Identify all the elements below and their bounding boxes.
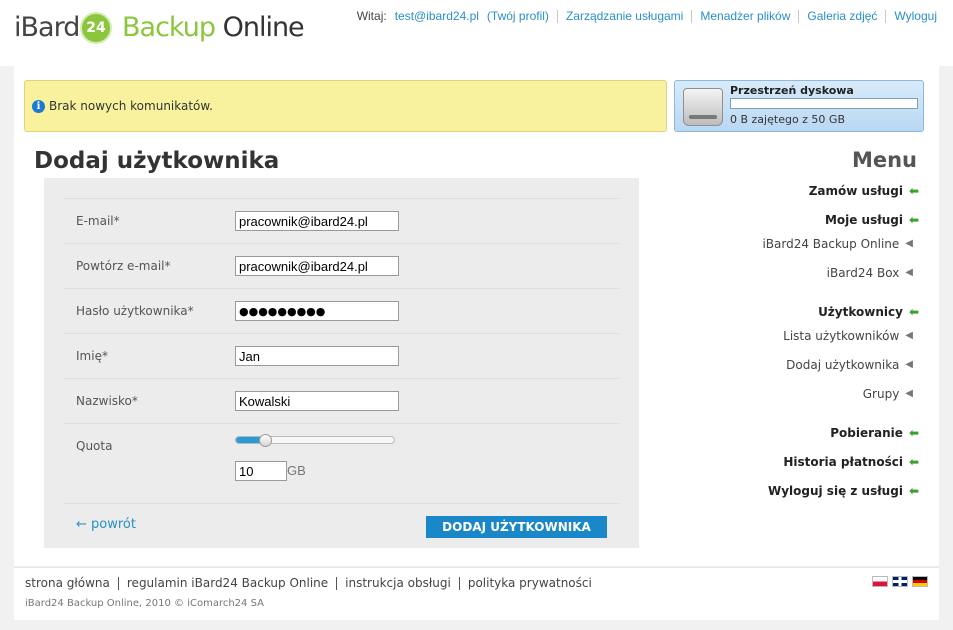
nav-separator xyxy=(556,9,558,23)
green-arrow-left-icon: ⬅ xyxy=(908,184,919,198)
firstname-label: Imię* xyxy=(76,349,108,363)
disk-usage-bar xyxy=(730,98,918,109)
menu-item-label: Wyloguj się z usługi xyxy=(767,484,903,498)
menu-item-label: Historia płatności xyxy=(783,455,903,469)
menu-item-label: Dodaj użytkownika xyxy=(786,358,900,372)
nav-separator xyxy=(691,9,693,23)
top-navigation: Witaj: test@ibard24.pl (Twój profil) Zar… xyxy=(357,8,937,24)
form-divider xyxy=(64,503,619,504)
logo[interactable]: iBard 24 Backup Online xyxy=(14,6,305,48)
menu-item-sub[interactable]: iBard24 Backup Online ◀ xyxy=(762,236,913,252)
welcome-label: Witaj: xyxy=(356,9,387,23)
info-icon: i xyxy=(32,99,45,113)
form-row-password: Hasło użytkownika* xyxy=(64,288,619,333)
logo-text-ibard: iBard xyxy=(14,12,80,43)
menu-item-main[interactable]: Pobieranie ⬅ xyxy=(830,425,919,441)
top-bar: iBard 24 Backup Online Witaj: test@ibard… xyxy=(0,0,953,66)
green-arrow-left-icon: ⬅ xyxy=(908,455,919,469)
disk-usage-text: 0 B zajętego z 50 GB xyxy=(730,113,846,126)
footer-link-manual[interactable]: instrukcja obsługi xyxy=(345,576,451,590)
menu-item-label: Zamów usługi xyxy=(808,184,903,198)
menu-item-label: Lista użytkowników xyxy=(783,329,900,343)
menu-item-main[interactable]: Użytkownicy ⬅ xyxy=(818,304,919,320)
footer-separator xyxy=(458,576,460,590)
disk-space-widget: Przestrzeń dyskowa 0 B zajętego z 50 GB xyxy=(674,80,924,132)
language-flags xyxy=(868,576,928,587)
menu-item-sub[interactable]: Dodaj użytkownika ◀ xyxy=(786,357,913,373)
menu-item-sub[interactable]: Grupy ◀ xyxy=(863,386,913,402)
menu-item-main[interactable]: Moje usługi ⬅ xyxy=(825,212,919,228)
add-user-form: E-mail* Powtórz e-mail* Hasło użytkownik… xyxy=(44,178,639,548)
nav-link-services[interactable]: Zarządzanie usługami xyxy=(566,9,683,23)
gray-arrow-left-icon: ◀ xyxy=(905,388,913,399)
email-repeat-input[interactable] xyxy=(235,256,399,276)
green-arrow-left-icon: ⬅ xyxy=(908,305,919,319)
menu-item-main[interactable]: Zamów usługi ⬅ xyxy=(809,183,919,199)
notification-box: i Brak nowych komunikatów. xyxy=(24,80,667,132)
logo-text-rest: Backup Online xyxy=(122,12,305,43)
gray-arrow-left-icon: ◀ xyxy=(905,238,913,249)
email-input[interactable] xyxy=(235,211,399,231)
gray-arrow-left-icon: ◀ xyxy=(905,359,913,370)
quota-input[interactable] xyxy=(235,461,287,481)
gray-arrow-left-icon: ◀ xyxy=(905,267,913,278)
form-row-quota: Quota GB xyxy=(64,423,619,503)
footer-separator xyxy=(336,576,338,590)
footer-link-privacy[interactable]: polityka prywatności xyxy=(468,576,592,590)
menu-title: Menu xyxy=(851,148,917,172)
form-row-email: E-mail* xyxy=(64,198,619,243)
logo-text-online: Online xyxy=(222,12,305,43)
back-link[interactable]: ← powrót xyxy=(76,517,136,532)
green-arrow-left-icon: ⬅ xyxy=(908,426,919,440)
notification-text: Brak nowych komunikatów. xyxy=(49,99,213,113)
flag-de-icon[interactable] xyxy=(912,576,928,587)
green-arrow-left-icon: ⬅ xyxy=(908,213,919,227)
disk-space-title: Przestrzeń dyskowa xyxy=(730,84,854,97)
menu-item-sub[interactable]: iBard24 Box ◀ xyxy=(827,265,913,281)
nav-link-logout[interactable]: Wyloguj xyxy=(894,9,937,23)
flag-pl-icon[interactable] xyxy=(872,576,888,587)
nav-link-file-manager[interactable]: Menadżer plików xyxy=(700,9,790,23)
lastname-input[interactable] xyxy=(235,391,399,411)
form-row-firstname: Imię* xyxy=(64,333,619,378)
password-input[interactable] xyxy=(235,301,399,321)
nav-separator xyxy=(885,9,887,23)
profile-link[interactable]: (Twój profil) xyxy=(487,9,549,23)
form-row-email-repeat: Powtórz e-mail* xyxy=(64,243,619,288)
logo-badge: 24 xyxy=(80,12,112,44)
menu-item-label: Użytkownicy xyxy=(818,305,903,319)
firstname-input[interactable] xyxy=(235,346,399,366)
hard-drive-icon xyxy=(683,88,723,126)
menu-item-label: Pobieranie xyxy=(830,426,903,440)
nav-separator xyxy=(798,9,800,23)
email-repeat-label: Powtórz e-mail* xyxy=(76,259,171,273)
quota-label: Quota xyxy=(76,439,113,453)
flag-en-icon[interactable] xyxy=(892,576,908,587)
menu-item-main[interactable]: Wyloguj się z usługi ⬅ xyxy=(768,483,919,499)
email-label: E-mail* xyxy=(76,214,120,228)
menu-item-label: iBard24 Backup Online xyxy=(762,237,900,251)
footer-link-terms[interactable]: regulamin iBard24 Backup Online xyxy=(127,576,328,590)
menu-item-sub[interactable]: Lista użytkowników ◀ xyxy=(783,328,913,344)
password-label: Hasło użytkownika* xyxy=(76,304,194,318)
gray-arrow-left-icon: ◀ xyxy=(905,330,913,341)
menu-item-label: Moje usługi xyxy=(824,213,903,227)
footer-link-home[interactable]: strona główna xyxy=(25,576,110,590)
footer-links: strona główna regulamin iBard24 Backup O… xyxy=(25,576,592,590)
menu-item-label: iBard24 Box xyxy=(826,266,900,280)
user-email-link[interactable]: test@ibard24.pl xyxy=(395,9,479,23)
logo-text-backup: Backup xyxy=(122,12,216,43)
page-title: Dodaj użytkownika xyxy=(34,148,280,174)
green-arrow-left-icon: ⬅ xyxy=(908,484,919,498)
quota-unit: GB xyxy=(287,463,306,478)
add-user-button[interactable]: DODAJ UŻYTKOWNIKA xyxy=(426,516,607,538)
form-row-lastname: Nazwisko* xyxy=(64,378,619,423)
menu-item-label: Grupy xyxy=(862,387,900,401)
footer-separator xyxy=(117,576,119,590)
lastname-label: Nazwisko* xyxy=(76,394,138,408)
quota-slider-handle[interactable] xyxy=(259,434,273,447)
menu-item-main[interactable]: Historia płatności ⬅ xyxy=(783,454,919,470)
nav-link-gallery[interactable]: Galeria zdjęć xyxy=(807,9,877,23)
copyright: iBard24 Backup Online, 2010 © iComarch24… xyxy=(25,598,264,609)
